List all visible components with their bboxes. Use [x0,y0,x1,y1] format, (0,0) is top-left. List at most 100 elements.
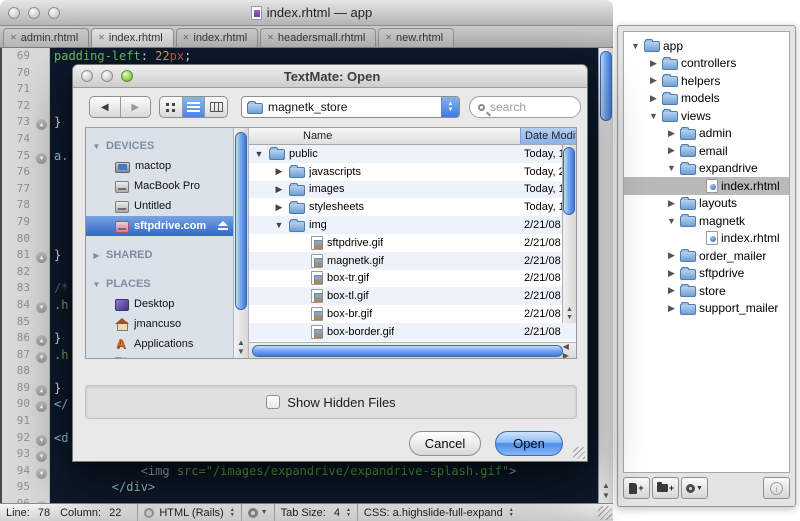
fold-marker-icon[interactable] [34,247,50,264]
column-view-button[interactable] [205,97,227,117]
disclosure-triangle-icon[interactable]: ▶ [666,285,677,296]
sidebar-row[interactable]: ▶ SHARED [86,245,233,265]
tab[interactable]: headersmall.rhtml [260,28,376,47]
window-resize-grip[interactable] [598,506,612,520]
eject-icon[interactable] [217,221,229,232]
minimize-button[interactable] [28,7,40,19]
fold-marker-icon[interactable] [34,197,50,214]
scope-popup[interactable]: CSS: a.highslide-full-expand [358,504,613,521]
tree-row[interactable]: ▼ expandrive [624,160,789,178]
language-popup[interactable]: HTML (Rails) [138,504,241,521]
sidebar[interactable]: ▼ DEVICES mactop [86,128,234,358]
window-titlebar[interactable]: index.rhtml — app [0,0,613,26]
folder-popup[interactable]: magnetk_store [241,96,460,118]
tree-row[interactable]: ▶ models [624,90,789,108]
file-row[interactable]: box-tl.gif 2/21/08 [249,287,576,305]
scrollbar-thumb[interactable] [563,147,575,215]
disclosure-triangle-icon[interactable]: ▼ [273,220,285,230]
file-row[interactable]: magnetk.gif 2/21/08 [249,252,576,270]
date-modified-column-header[interactable]: Date Modified [520,128,576,144]
fold-marker-icon[interactable] [34,347,50,364]
fold-marker-icon[interactable] [34,131,50,148]
tab-size-popup[interactable]: Tab Size: 4 [275,504,358,521]
scrollbar-arrows[interactable]: ▲▼ [234,338,248,356]
close-tab-icon[interactable] [267,34,274,42]
fold-marker-icon[interactable] [34,297,50,314]
fold-marker-icon[interactable] [34,231,50,248]
tree-row[interactable]: ▶ email [624,142,789,160]
sidebar-row[interactable]: MacBook Pro [86,176,233,196]
tree-row[interactable]: ▶ layouts [624,195,789,213]
tree-row[interactable]: ▶ helpers [624,72,789,90]
sidebar-row[interactable]: jmancuso [86,314,233,334]
tree-row[interactable]: ▶ order_mailer [624,247,789,265]
tree-row[interactable]: index.rhtml [624,177,789,195]
tree-row[interactable]: ▶ sftpdrive [624,265,789,283]
close-button[interactable] [8,7,20,19]
disclosure-triangle-icon[interactable]: ▶ [648,93,659,104]
sidebar-row[interactable]: ▼ PLACES [86,274,233,294]
disclosure-triangle-icon[interactable]: ▶ [273,202,285,213]
tree-row[interactable]: ▼ app [624,37,789,55]
disclosure-triangle-icon[interactable]: ▶ [666,198,677,209]
fold-marker-icon[interactable] [34,280,50,297]
tab[interactable]: index.rhtml [176,28,259,47]
list-vertical-scrollbar[interactable]: ▲▼ [562,145,576,323]
show-hidden-files-checkbox[interactable] [266,395,280,409]
fold-marker-icon[interactable] [34,330,50,347]
sidebar-row[interactable]: ▼ DEVICES [86,136,233,156]
dialog-titlebar[interactable]: TextMate: Open [73,65,587,88]
file-row[interactable]: ▶ stylesheets Today, 1 [249,198,576,216]
scrollbar-thumb[interactable] [252,345,563,357]
tree-row[interactable]: ▼ views [624,107,789,125]
actions-menu-button[interactable]: ▼ [681,477,708,499]
scrollbar-arrows[interactable]: ▲▼ [563,306,576,322]
forward-button[interactable]: ▶ [121,97,151,117]
tab[interactable]: index.rhtml [91,28,174,47]
name-column-header[interactable]: Name [249,130,520,142]
scrollbar-arrows[interactable]: ◀ ▶ [563,342,576,359]
sidebar-row[interactable]: Untitled [86,196,233,216]
fold-marker-icon[interactable] [34,496,50,503]
tree-row[interactable]: index.rhtml [624,230,789,248]
disclosure-triangle-icon[interactable]: ▼ [253,149,265,159]
bundle-menu-button[interactable]: ▼ [242,504,275,521]
cancel-button[interactable]: Cancel [409,431,481,456]
sidebar-scrollbar[interactable]: ▲▼ [234,128,249,358]
info-button[interactable] [763,477,790,499]
tree-row[interactable]: ▶ support_mailer [624,300,789,318]
file-row[interactable]: ▶ javascripts Today, 2 [249,163,576,181]
sidebar-row[interactable]: sftpdrive.com [86,216,233,236]
open-button[interactable]: Open [495,431,563,456]
dialog-close-button[interactable] [81,70,93,82]
list-view-button[interactable] [183,97,206,117]
list-horizontal-scrollbar[interactable]: ◀ ▶ [249,342,576,358]
dialog-resize-grip[interactable] [573,447,585,459]
disclosure-triangle-icon[interactable]: ▼ [666,216,677,226]
fold-marker-icon[interactable] [34,181,50,198]
tree-row[interactable]: ▶ admin [624,125,789,143]
sidebar-row[interactable]: Applications [86,334,233,354]
icon-view-button[interactable] [160,97,183,117]
new-folder-button[interactable]: + [652,477,679,499]
fold-marker-icon[interactable] [34,65,50,82]
back-button[interactable]: ◀ [90,97,121,117]
dialog-zoom-button[interactable] [121,70,133,82]
fold-marker-icon[interactable] [34,314,50,331]
file-row[interactable]: sftpdrive.gif 2/21/08 [249,234,576,252]
file-row[interactable]: ▼ img 2/21/08 [249,216,576,234]
disclosure-triangle-icon[interactable]: ▼ [92,142,101,151]
disclosure-triangle-icon[interactable]: ▶ [666,268,677,279]
tab[interactable]: new.rhtml [378,28,454,47]
close-tab-icon[interactable] [183,34,190,42]
zoom-button[interactable] [48,7,60,19]
fold-marker-icon[interactable] [34,479,50,496]
tree-row[interactable]: ▶ store [624,282,789,300]
new-file-button[interactable]: + [623,477,650,499]
tree-row[interactable]: ▼ magnetk [624,212,789,230]
tab[interactable]: admin.rhtml [3,28,89,47]
fold-marker-icon[interactable] [34,413,50,430]
scrollbar-thumb[interactable] [600,51,612,121]
fold-marker-icon[interactable] [34,463,50,480]
scrollbar-arrows[interactable]: ▲▼ [599,481,613,501]
